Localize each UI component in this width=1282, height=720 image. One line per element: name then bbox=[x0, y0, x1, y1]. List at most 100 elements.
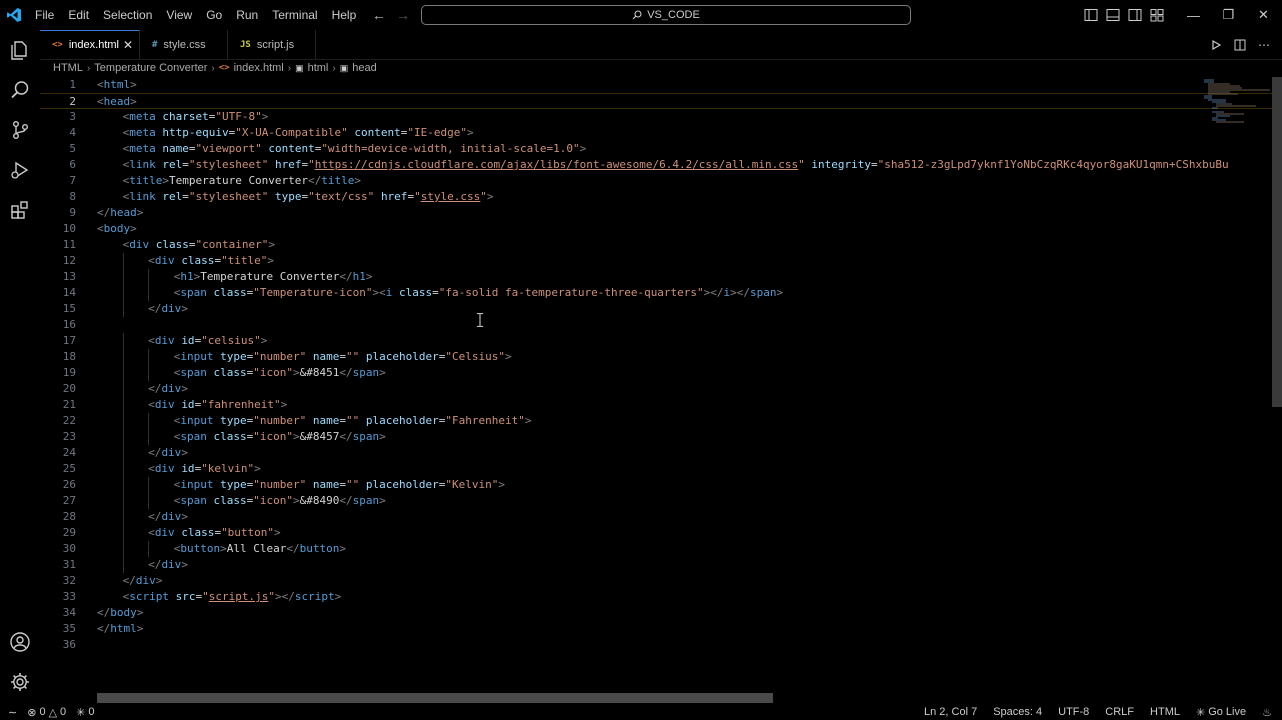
code-line[interactable]: 5 <meta name="viewport" content="width=de… bbox=[40, 141, 1272, 157]
cursor-position[interactable]: Ln 2, Col 7 bbox=[924, 706, 977, 718]
code-text: </head> bbox=[97, 205, 143, 221]
code-text: <h1>Temperature Converter</h1> bbox=[174, 269, 373, 285]
toggle-primary-sidebar-icon[interactable] bbox=[1084, 8, 1098, 22]
close-window-icon[interactable]: ✕ bbox=[1246, 7, 1281, 23]
language-mode[interactable]: HTML bbox=[1150, 706, 1180, 718]
source-control-icon[interactable] bbox=[0, 110, 40, 150]
code-token: = bbox=[182, 158, 189, 171]
code-line[interactable]: 19 <span class="icon">&#8451</span> bbox=[40, 365, 1272, 381]
code-line[interactable]: 22 <input type="number" name="" placehold… bbox=[40, 413, 1272, 429]
code-line[interactable]: 35 </html> bbox=[40, 621, 1272, 637]
go-back-icon[interactable]: ← bbox=[372, 7, 386, 23]
vertical-scrollbar[interactable] bbox=[1272, 77, 1282, 407]
minimize-icon[interactable]: — bbox=[1176, 8, 1211, 23]
code-line[interactable]: 27 <span class="icon">&#8490</span> bbox=[40, 493, 1272, 509]
code-token: "IE-edge" bbox=[407, 126, 468, 139]
code-token: div bbox=[161, 558, 182, 571]
close-tab-icon[interactable]: ✕ bbox=[123, 38, 133, 52]
notifications-bell-icon[interactable]: ♨ bbox=[1262, 706, 1272, 719]
code-line[interactable]: 17 <div id="celsius"> bbox=[40, 333, 1272, 349]
breadcrumb-item[interactable]: html bbox=[308, 62, 329, 74]
line-number: 6 bbox=[69, 158, 76, 171]
code-line[interactable]: 12 <div class="title"> bbox=[40, 253, 1272, 269]
menu-item-selection[interactable]: Selection bbox=[96, 0, 159, 30]
menu-item-edit[interactable]: Edit bbox=[61, 0, 96, 30]
encoding[interactable]: UTF-8 bbox=[1058, 706, 1089, 718]
code-line[interactable]: 13 <h1>Temperature Converter</h1> bbox=[40, 269, 1272, 285]
menu-item-view[interactable]: View bbox=[159, 0, 199, 30]
command-center[interactable]: VS_CODE bbox=[421, 5, 911, 25]
toggle-panel-icon[interactable] bbox=[1106, 8, 1120, 22]
code-line[interactable]: 18 <input type="number" name="" placehold… bbox=[40, 349, 1272, 365]
restore-icon[interactable]: ❐ bbox=[1211, 7, 1246, 23]
code-editor[interactable]: 1 <html> 2 <head> 3 <meta charset="UTF-8"> 4 <m… bbox=[40, 77, 1272, 691]
code-token: "" bbox=[346, 414, 360, 427]
code-line[interactable]: 31 </div> bbox=[40, 557, 1272, 573]
breadcrumb-item[interactable]: Temperature Converter bbox=[94, 62, 207, 74]
code-line[interactable]: 33 <script src="script.js"></script> bbox=[40, 589, 1272, 605]
menu-item-terminal[interactable]: Terminal bbox=[265, 0, 324, 30]
code-line[interactable]: 30 <button>All Clear</button> bbox=[40, 541, 1272, 557]
breadcrumb-item[interactable]: index.html bbox=[234, 62, 284, 74]
split-editor-icon[interactable] bbox=[1234, 39, 1246, 51]
tab-index-html[interactable]: <> index.html ✕ bbox=[40, 30, 140, 59]
line-number: 14 bbox=[62, 286, 76, 299]
code-line[interactable]: 28 </div> bbox=[40, 509, 1272, 525]
code-line[interactable]: 10 <body> bbox=[40, 221, 1272, 237]
run-debug-icon[interactable] bbox=[0, 150, 40, 190]
code-line[interactable]: 32 </div> bbox=[40, 573, 1272, 589]
code-line[interactable]: 15 </div> bbox=[40, 301, 1272, 317]
menu-item-file[interactable]: File bbox=[28, 0, 61, 30]
code-line[interactable]: 1 <html> bbox=[40, 77, 1272, 93]
tab-script-js[interactable]: JS script.js bbox=[228, 30, 316, 59]
code-line[interactable]: 2 <head> bbox=[40, 93, 1272, 109]
code-line[interactable]: 25 <div id="kelvin"> bbox=[40, 461, 1272, 477]
code-line[interactable]: 7 <title>Temperature Converter</title> bbox=[40, 173, 1272, 189]
accounts-icon[interactable] bbox=[0, 622, 40, 662]
code-line[interactable]: 8 <link rel="stylesheet" type="text/css" … bbox=[40, 189, 1272, 205]
go-forward-icon[interactable]: → bbox=[396, 7, 410, 23]
code-line[interactable]: 11 <div class="container"> bbox=[40, 237, 1272, 253]
code-line[interactable]: 14 <span class="Temperature-icon"><i clas… bbox=[40, 285, 1272, 301]
tab-style-css[interactable]: # style.css bbox=[140, 30, 228, 59]
code-text: <div id="fahrenheit"> bbox=[148, 397, 287, 413]
problems-indicator[interactable]: ⊗ 0 △ 0 bbox=[27, 706, 66, 719]
settings-gear-icon[interactable] bbox=[0, 662, 40, 702]
horizontal-scrollbar[interactable] bbox=[97, 693, 773, 703]
code-text: <title>Temperature Converter</title> bbox=[123, 173, 361, 189]
explorer-icon[interactable] bbox=[0, 30, 40, 70]
menu-item-help[interactable]: Help bbox=[325, 0, 364, 30]
extensions-icon[interactable] bbox=[0, 190, 40, 230]
customize-layout-icon[interactable] bbox=[1150, 8, 1164, 22]
breadcrumb-item[interactable]: head bbox=[352, 62, 376, 74]
code-line[interactable]: 24 </div> bbox=[40, 445, 1272, 461]
code-line[interactable]: 21 <div id="fahrenheit"> bbox=[40, 397, 1272, 413]
breadcrumb-item[interactable]: HTML bbox=[53, 62, 83, 74]
search-icon[interactable] bbox=[0, 70, 40, 110]
minimap[interactable] bbox=[1200, 77, 1272, 127]
remote-indicator-icon[interactable]: ∼ bbox=[8, 706, 17, 719]
code-line[interactable]: 16 bbox=[40, 317, 1272, 333]
code-line[interactable]: 36 bbox=[40, 637, 1272, 653]
code-line[interactable]: 29 <div class="button"> bbox=[40, 525, 1272, 541]
more-actions-icon[interactable]: ⋯ bbox=[1258, 38, 1270, 52]
code-line[interactable]: 26 <input type="number" name="" placehold… bbox=[40, 477, 1272, 493]
code-line[interactable]: 23 <span class="icon">&#8457</span> bbox=[40, 429, 1272, 445]
menu-item-run[interactable]: Run bbox=[229, 0, 265, 30]
code-line[interactable]: 4 <meta http-equiv="X-UA-Compatible" cont… bbox=[40, 125, 1272, 141]
end-of-line[interactable]: CRLF bbox=[1105, 706, 1134, 718]
go-live-button[interactable]: ✳ Go Live bbox=[1196, 706, 1246, 719]
indentation[interactable]: Spaces: 4 bbox=[993, 706, 1042, 718]
code-token: span bbox=[180, 286, 207, 299]
menu-item-go[interactable]: Go bbox=[199, 0, 229, 30]
code-text: <link rel="stylesheet" type="text/css" h… bbox=[123, 189, 494, 205]
code-line[interactable]: 9 </head> bbox=[40, 205, 1272, 221]
toggle-secondary-sidebar-icon[interactable] bbox=[1128, 8, 1142, 22]
code-line[interactable]: 20 </div> bbox=[40, 381, 1272, 397]
ports-indicator[interactable]: ✳ 0 bbox=[76, 706, 94, 719]
code-line[interactable]: 3 <meta charset="UTF-8"> bbox=[40, 109, 1272, 125]
code-line[interactable]: 34 </body> bbox=[40, 605, 1272, 621]
run-code-icon[interactable] bbox=[1210, 39, 1222, 51]
code-line[interactable]: 6 <link rel="stylesheet" href="https://cd… bbox=[40, 157, 1272, 173]
